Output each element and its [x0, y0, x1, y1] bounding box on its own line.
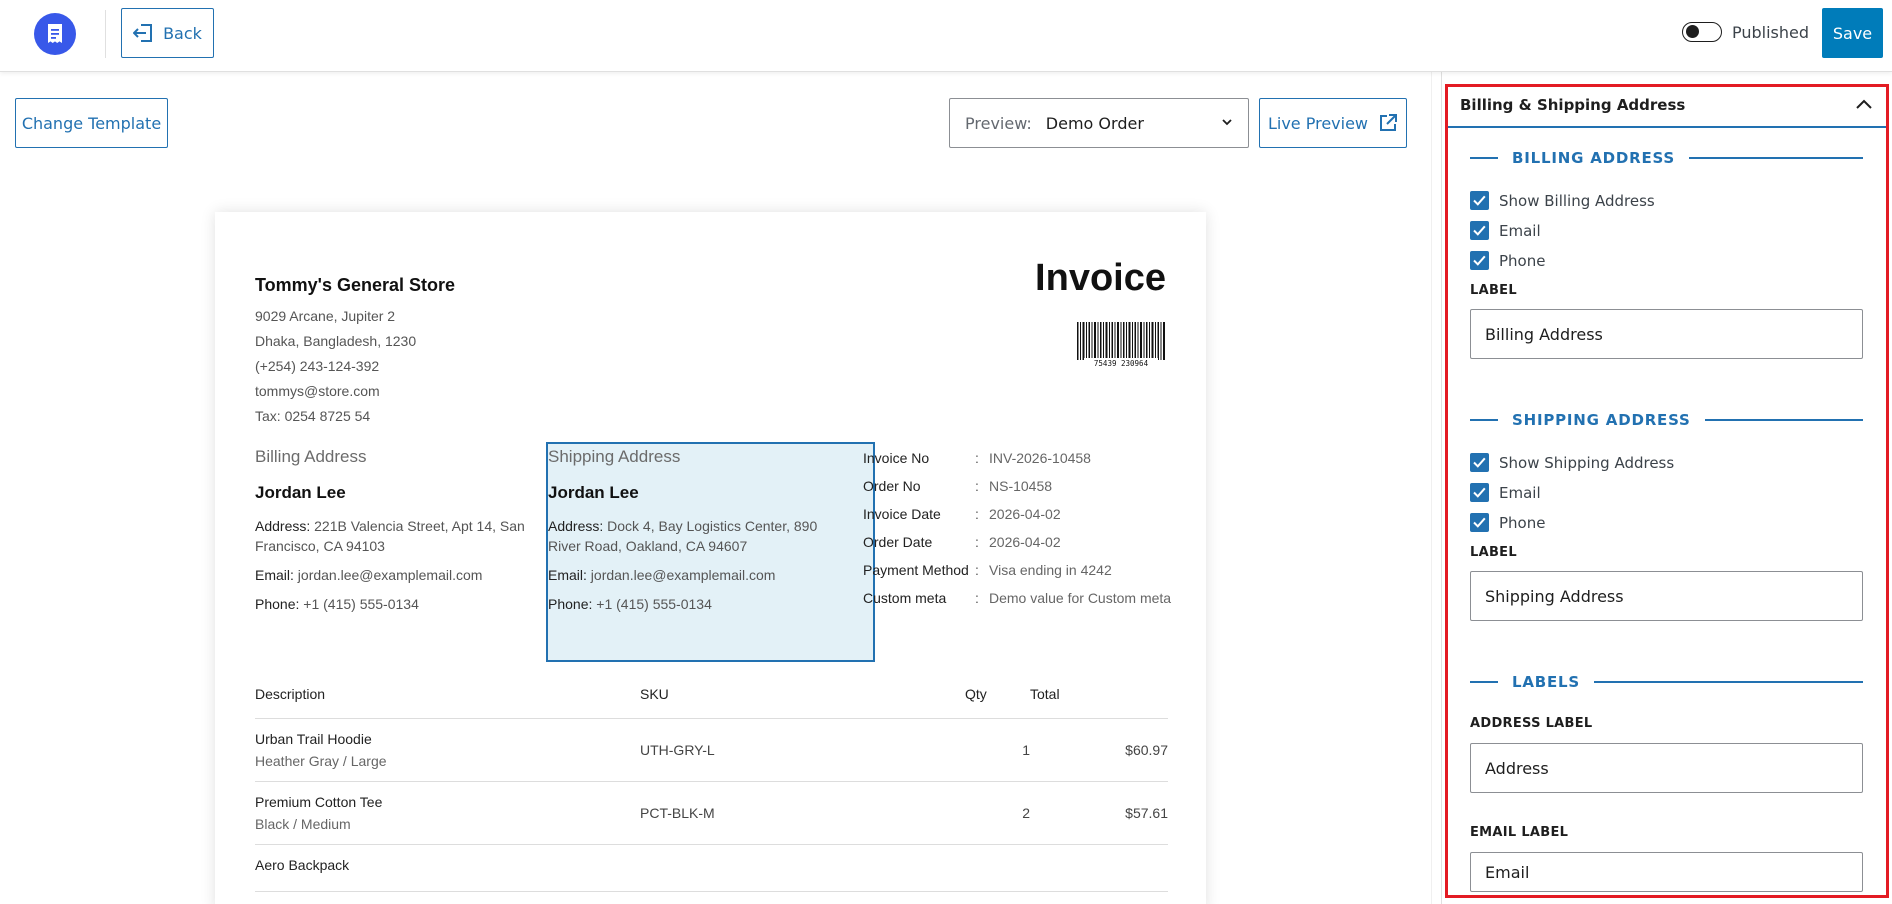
shipping-address-line: Address: Dock 4, Bay Logistics Center, 8…	[548, 518, 818, 554]
item-variant: Black / Medium	[255, 816, 351, 832]
table-row: Urban Trail Hoodie Heather Gray / Large U…	[255, 718, 1168, 782]
shipping-address-title: Shipping Address	[548, 447, 681, 466]
store-phone: (+254) 243-124-392	[255, 358, 380, 374]
store-tax: Tax: 0254 8725 54	[255, 408, 371, 424]
store-email: tommys@store.com	[255, 383, 380, 399]
item-sku: PCT-BLK-M	[640, 781, 965, 845]
editor-canvas: Change Template Preview: Demo Order Live…	[0, 72, 1432, 904]
shipping-phone-checkbox[interactable]: Phone	[1470, 513, 1545, 532]
shipping-email-checkbox[interactable]: Email	[1470, 483, 1541, 502]
item-qty: 1	[965, 718, 1030, 782]
billing-address-block[interactable]: Billing Address Jordan Lee Address: 221B…	[255, 447, 525, 623]
billing-address-line: Address: 221B Valencia Street, Apt 14, S…	[255, 518, 525, 554]
meta-row: Custom meta: Demo value for Custom meta	[863, 590, 1172, 606]
address-label-input[interactable]	[1470, 743, 1863, 793]
billing-address-title: Billing Address	[255, 447, 367, 466]
shipping-address-block[interactable]: Shipping Address Jordan Lee Address: Doc…	[548, 447, 818, 623]
labels-section-heading: LABELS	[1470, 672, 1863, 692]
store-city-line: Dhaka, Bangladesh, 1230	[255, 333, 417, 349]
billing-email-checkbox[interactable]: Email	[1470, 221, 1541, 240]
billing-phone-checkbox[interactable]: Phone	[1470, 251, 1545, 270]
table-row: Premium Cotton Tee Black / Medium PCT-BLK…	[255, 781, 1168, 845]
panel-section-title: Billing & Shipping Address	[1460, 96, 1686, 114]
shipping-section-heading: SHIPPING ADDRESS	[1470, 410, 1863, 430]
external-link-icon	[1380, 114, 1398, 131]
item-variant: Heather Gray / Large	[255, 753, 387, 769]
billing-name: Jordan Lee	[255, 483, 346, 502]
barcode-image: 75439 230964	[1077, 322, 1165, 368]
billing-label-input[interactable]	[1470, 309, 1863, 359]
shipping-phone-line: Phone: +1 (415) 555-0134	[548, 596, 712, 612]
shipping-email-line: Email: jordan.lee@examplemail.com	[548, 567, 776, 583]
billing-section-heading: BILLING ADDRESS	[1470, 148, 1863, 168]
meta-row: Invoice Date:2026-04-02	[863, 506, 1061, 522]
preview-select[interactable]: Preview: Demo Order	[949, 98, 1249, 148]
checkbox-checked-icon	[1470, 483, 1489, 502]
store-name: Tommy's General Store	[255, 275, 456, 295]
published-label: Published	[1732, 23, 1810, 42]
published-toggle[interactable]	[1682, 22, 1722, 42]
billing-email-line: Email: jordan.lee@examplemail.com	[255, 567, 483, 583]
checkbox-checked-icon	[1470, 221, 1489, 240]
col-description: Description	[255, 680, 640, 719]
checkbox-checked-icon	[1470, 251, 1489, 270]
canvas-scrollbar[interactable]	[1431, 72, 1432, 904]
billing-label-title: LABEL	[1470, 283, 1517, 298]
col-qty: Qty	[965, 680, 1030, 719]
col-total: Total	[1030, 680, 1168, 719]
store-address-line: 9029 Arcane, Jupiter 2	[255, 308, 396, 324]
email-label-input[interactable]	[1470, 852, 1863, 892]
shipping-label-input[interactable]	[1470, 571, 1863, 621]
line-items-table[interactable]: Description SKU Qty Total Urban Trail Ho…	[255, 680, 1168, 892]
invoice-meta[interactable]: Invoice No: INV-2026-10458 Order No: NS-10…	[863, 449, 1173, 617]
show-billing-checkbox[interactable]: Show Billing Address	[1470, 191, 1655, 210]
live-preview-label: Live Preview	[1267, 113, 1369, 133]
item-name: Urban Trail Hoodie	[255, 731, 372, 747]
checkbox-checked-icon	[1470, 453, 1489, 472]
toggle-knob	[1686, 25, 1699, 38]
meta-row: Invoice No: INV-2026-10458	[863, 450, 1091, 466]
item-name: Aero Backpack	[255, 857, 350, 873]
meta-row: Order Date:2026-04-02	[863, 534, 1061, 550]
back-button[interactable]: Back	[121, 8, 214, 58]
meta-row: Order No: NS-10458	[863, 478, 1053, 494]
invoice-preview: Tommy's General Store 9029 Arcane, Jupit…	[215, 212, 1206, 904]
receipt-icon	[48, 24, 62, 43]
item-name: Premium Cotton Tee	[255, 794, 383, 810]
back-arrow-icon	[133, 24, 153, 42]
meta-row: Payment Method: Visa ending in 4242	[863, 562, 1112, 578]
section-toggle-billing-shipping[interactable]: Billing & Shipping Address	[1447, 84, 1887, 128]
chevron-up-icon	[1856, 99, 1872, 109]
back-label: Back	[163, 23, 202, 43]
invoice-title: Invoice	[1035, 257, 1166, 299]
preview-value: Demo Order	[1045, 113, 1144, 133]
app-logo[interactable]	[34, 13, 76, 55]
top-bar: Back Published Save	[0, 0, 1892, 72]
item-sku: UTH-GRY-L	[640, 718, 965, 782]
item-qty: 2	[965, 781, 1030, 845]
checkbox-checked-icon	[1470, 513, 1489, 532]
table-row: Aero Backpack	[255, 844, 1168, 892]
barcode-number: 75439 230964	[1094, 359, 1149, 368]
billing-phone-line: Phone: +1 (415) 555-0134	[255, 596, 419, 612]
save-button[interactable]: Save	[1822, 8, 1883, 58]
show-shipping-checkbox[interactable]: Show Shipping Address	[1470, 453, 1674, 472]
checkbox-checked-icon	[1470, 191, 1489, 210]
shipping-name: Jordan Lee	[548, 483, 639, 502]
item-total: $60.97	[1030, 718, 1168, 782]
address-label-title: ADDRESS LABEL	[1470, 716, 1593, 731]
item-total: $57.61	[1030, 781, 1168, 845]
change-template-button[interactable]: Change Template	[15, 98, 168, 148]
col-sku: SKU	[640, 680, 965, 719]
topbar-divider	[105, 10, 106, 58]
live-preview-button[interactable]: Live Preview	[1259, 98, 1407, 148]
chevron-down-icon	[1222, 119, 1232, 126]
preview-prefix: Preview:	[965, 113, 1032, 133]
table-header-row: Description SKU Qty Total	[255, 680, 1168, 719]
shipping-label-title: LABEL	[1470, 545, 1517, 560]
email-label-title: EMAIL LABEL	[1470, 825, 1569, 840]
